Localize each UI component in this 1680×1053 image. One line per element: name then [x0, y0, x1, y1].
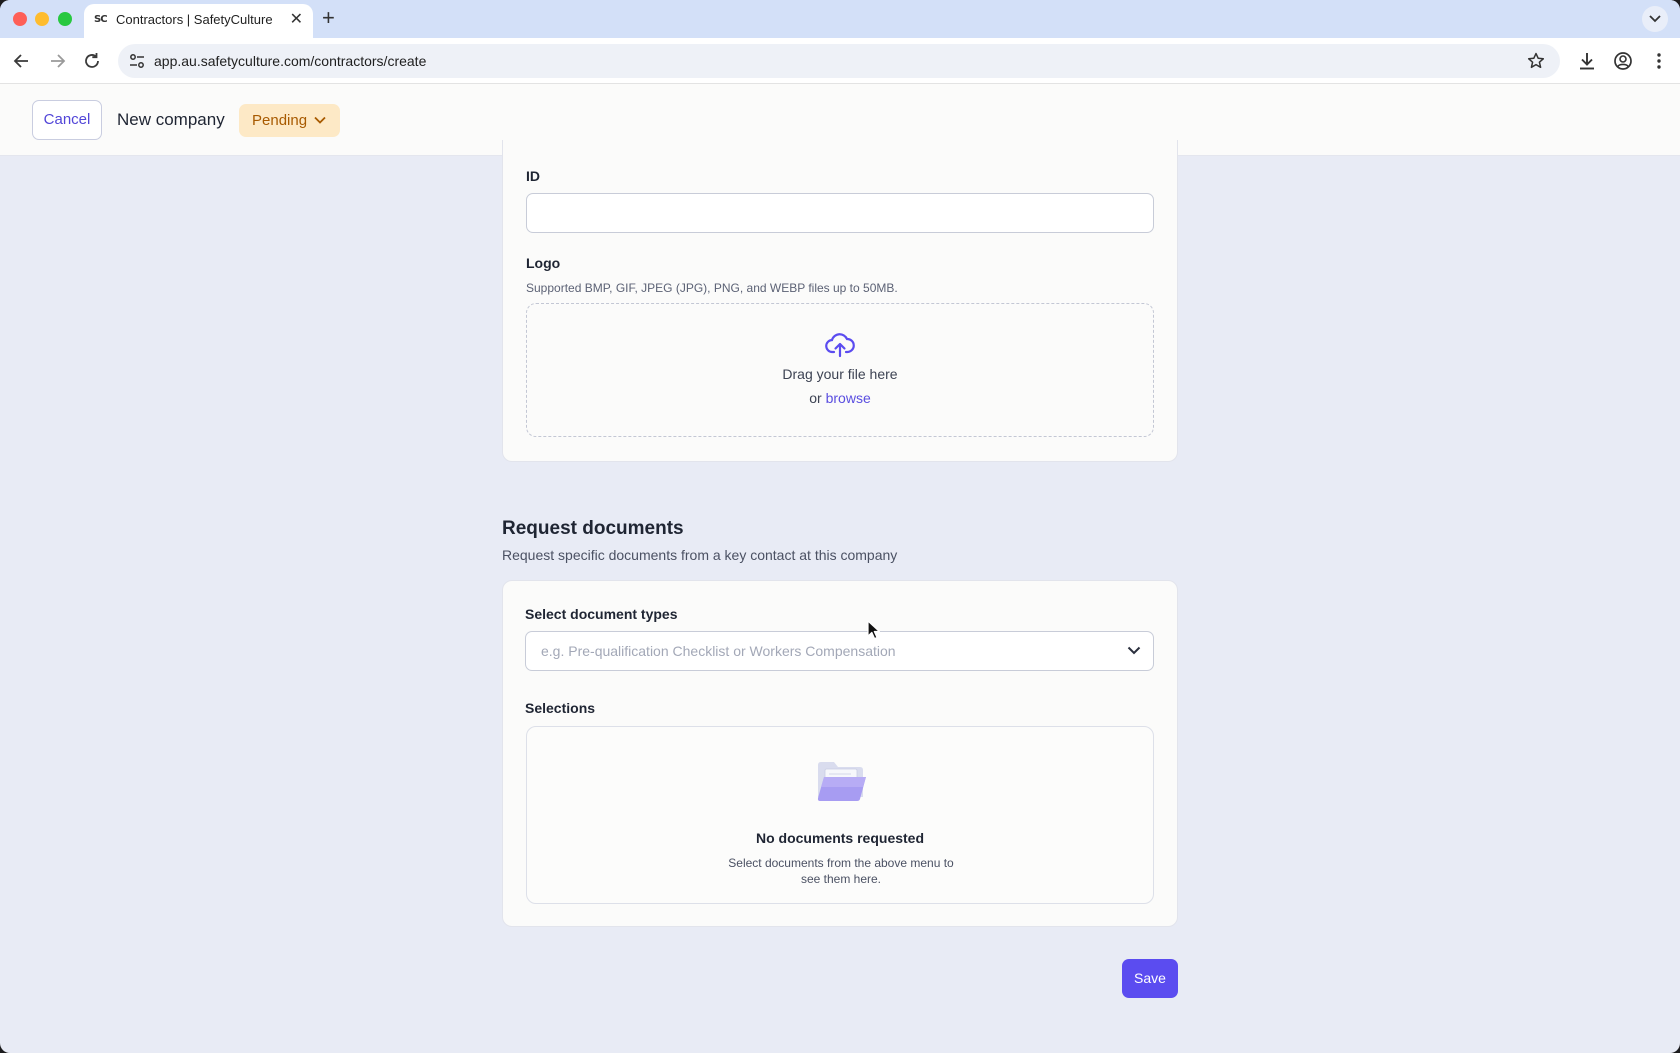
close-window-button[interactable] — [13, 12, 27, 26]
browse-link[interactable]: browse — [826, 390, 871, 406]
selections-empty-state: No documents requested Select documents … — [526, 726, 1154, 904]
browser-window: SC Contractors | SafetyCulture ✕ + app.a… — [0, 0, 1680, 1053]
tune-icon[interactable] — [128, 52, 146, 70]
selections-label: Selections — [525, 700, 596, 716]
tab-strip: SC Contractors | SafetyCulture ✕ + — [0, 0, 1680, 38]
select-placeholder: e.g. Pre-qualification Checklist or Work… — [541, 643, 896, 659]
tab-close-icon[interactable]: ✕ — [290, 10, 303, 30]
chevron-down-icon — [314, 116, 326, 124]
section-title: Request documents — [502, 518, 684, 539]
dropzone-or: or — [809, 390, 822, 406]
document-types-select[interactable]: e.g. Pre-qualification Checklist or Work… — [525, 631, 1154, 671]
section-subtitle: Request specific documents from a key co… — [502, 547, 898, 563]
empty-state-title: No documents requested — [755, 830, 925, 846]
tab-search-button[interactable] — [1642, 6, 1668, 32]
kebab-menu-icon[interactable] — [1648, 50, 1670, 72]
id-input[interactable] — [526, 193, 1154, 233]
id-label: ID — [526, 168, 540, 184]
dropzone-browse-line: or browse — [527, 390, 1153, 406]
minimize-window-button[interactable] — [35, 12, 49, 26]
save-button[interactable]: Save — [1122, 959, 1178, 998]
address-bar[interactable]: app.au.safetyculture.com/contractors/cre… — [118, 44, 1560, 78]
tab-title: Contractors | SafetyCulture — [116, 12, 273, 27]
download-icon[interactable] — [1576, 50, 1598, 72]
page-title: New company — [117, 110, 225, 129]
mouse-cursor-icon — [867, 620, 880, 640]
star-icon[interactable] — [1526, 51, 1546, 71]
profile-icon[interactable] — [1612, 50, 1634, 72]
cloud-upload-icon — [825, 333, 855, 358]
chevron-down-icon — [1649, 15, 1661, 23]
folder-icon — [817, 762, 866, 801]
logo-dropzone[interactable]: Drag your file here or browse — [526, 303, 1154, 437]
dropzone-text: Drag your file here — [782, 366, 898, 382]
logo-hint: Supported BMP, GIF, JPEG (JPG), PNG, and… — [526, 281, 898, 295]
maximize-window-button[interactable] — [58, 12, 72, 26]
url-text[interactable]: app.au.safetyculture.com/contractors/cre… — [154, 53, 426, 69]
empty-state-description: Select documents from the above menu to … — [728, 856, 954, 886]
logo-label: Logo — [526, 255, 561, 271]
arrow-left-icon[interactable] — [11, 50, 33, 72]
chevron-down-icon — [1127, 646, 1141, 655]
status-label: Pending — [252, 112, 308, 129]
browser-toolbar: app.au.safetyculture.com/contractors/cre… — [0, 38, 1680, 84]
arrow-right-icon[interactable] — [46, 50, 68, 72]
reload-icon[interactable] — [81, 50, 103, 72]
new-tab-icon[interactable]: + — [322, 6, 335, 30]
select-document-types-label: Select document types — [525, 606, 678, 622]
browser-tab[interactable]: SC Contractors | SafetyCulture ✕ — [84, 4, 313, 38]
status-dropdown[interactable]: Pending — [239, 104, 340, 137]
safetyculture-favicon-icon: SC — [94, 14, 108, 25]
cancel-button[interactable]: Cancel — [32, 100, 102, 140]
